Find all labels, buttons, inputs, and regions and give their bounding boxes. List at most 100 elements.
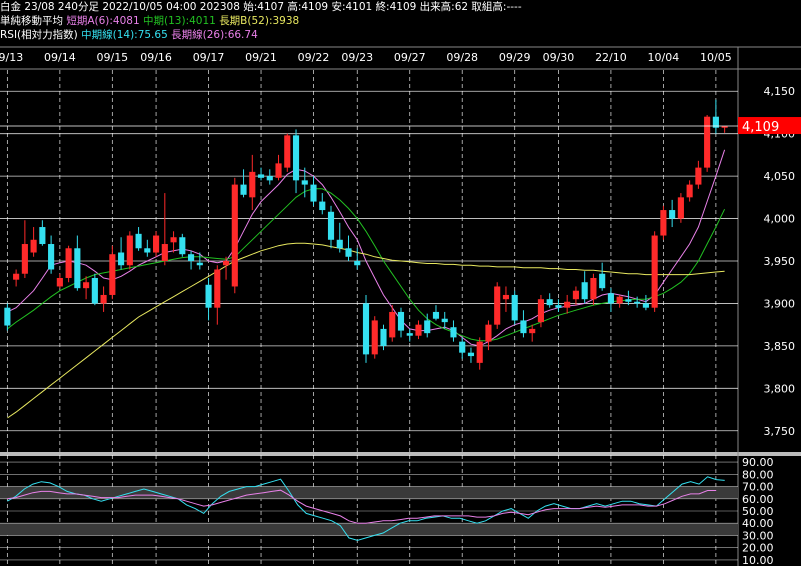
rsi-band (0, 486, 738, 499)
candle-body (476, 341, 483, 363)
rsi-tick-label: 20.00 (742, 542, 774, 555)
rsi-tick-label: 30.00 (742, 529, 774, 542)
candle-body (511, 294, 518, 321)
candle-body (502, 294, 510, 300)
candle-body (607, 293, 614, 304)
candle-body (546, 299, 553, 306)
candle-body (450, 327, 457, 338)
candle-body (249, 171, 256, 198)
candle-body (109, 254, 116, 295)
candle-body (651, 235, 658, 308)
candle-body (196, 262, 203, 266)
candle-body (704, 116, 711, 168)
candle-body (432, 311, 440, 319)
candle-body (660, 210, 667, 236)
candle-body (564, 301, 571, 308)
candle-body (205, 284, 212, 308)
candle-body (65, 248, 72, 278)
candle-body (74, 248, 81, 289)
rsi-tick-label: 80.00 (742, 468, 774, 481)
candle-body (555, 305, 562, 308)
candle-body (406, 333, 413, 336)
candle-body (13, 273, 20, 280)
candle-body (415, 324, 422, 336)
candle-body (39, 227, 46, 245)
price-tick-label: 3,850 (764, 340, 796, 353)
candle-body (485, 324, 492, 342)
candle-body (266, 176, 273, 181)
candle-body (424, 320, 431, 334)
price-tick-label: 4,150 (764, 85, 796, 98)
candle-body (187, 254, 195, 261)
candle-body (161, 244, 168, 261)
candle-body (467, 352, 475, 357)
pane-separator (0, 452, 801, 456)
date-tick-label: 09/22 (298, 51, 330, 64)
date-tick-label: 09/21 (245, 51, 277, 64)
candle-body (336, 239, 343, 249)
candle-body (537, 299, 545, 323)
rsi-tick-label: 10.00 (742, 554, 774, 566)
rsi-tick-label: 60.00 (742, 493, 774, 506)
date-tick-label: 09/15 (96, 51, 128, 64)
candle-body (170, 237, 177, 243)
date-tick-label: 10/04 (648, 51, 680, 64)
candle-body (371, 320, 378, 355)
candle-body (4, 307, 11, 326)
candle-body (581, 282, 588, 300)
rsi-tick-label: 70.00 (742, 481, 774, 494)
candle-body (284, 135, 291, 168)
candle-body (397, 311, 405, 331)
candle-body (135, 233, 142, 249)
candle-body (441, 318, 448, 323)
date-tick-label: 09/13 (0, 51, 23, 64)
price-tick-label: 3,800 (764, 382, 796, 395)
date-tick-label: 09/27 (394, 51, 426, 64)
candle-body (459, 341, 466, 353)
price-tick-label: 3,900 (764, 297, 796, 310)
price-chart[interactable]: 3,7503,8003,8503,9003,9504,0004,0504,100… (0, 0, 801, 566)
candle-body (520, 320, 527, 334)
date-tick-label: 09/28 (446, 51, 478, 64)
candle-body (301, 180, 308, 185)
candle-body (179, 237, 186, 255)
candle-body (21, 244, 28, 274)
candle-body (48, 244, 55, 270)
candle-body (695, 167, 702, 185)
candle-body (310, 184, 317, 202)
price-tick-label: 3,950 (764, 255, 796, 268)
date-tick-label: 09/30 (543, 51, 575, 64)
date-tick-label: 09/16 (140, 51, 172, 64)
candle-body (83, 282, 90, 289)
candle-body (126, 235, 133, 266)
candle-body (30, 239, 37, 253)
candle-body (494, 286, 501, 325)
date-tick-label: 22/10 (595, 51, 627, 64)
rsi-tick-label: 90.00 (742, 456, 774, 469)
candle-body (91, 277, 98, 304)
candle-body (231, 184, 238, 287)
candle-body (669, 210, 676, 219)
price-tick-label: 4,050 (764, 170, 796, 183)
last-price-label: 4,109 (742, 120, 779, 135)
candle-body (100, 294, 107, 304)
candle-body (616, 296, 623, 304)
candle-body (345, 248, 352, 257)
candle-body (327, 211, 335, 240)
candle-body (354, 261, 361, 266)
candle-body (529, 328, 536, 334)
candle-body (572, 290, 579, 300)
date-tick-label: 09/29 (499, 51, 531, 64)
candle-body (222, 261, 230, 266)
candle-body (240, 184, 247, 195)
candle-body (677, 197, 684, 219)
candle-body (153, 235, 160, 253)
rsi-tick-label: 40.00 (742, 517, 774, 530)
rsi-band (0, 523, 738, 536)
candle-body (362, 303, 370, 355)
date-tick-label: 09/14 (44, 51, 76, 64)
candle-body (380, 328, 387, 346)
candle-body (257, 174, 265, 178)
candle-body (389, 311, 396, 338)
price-tick-label: 3,750 (764, 425, 796, 438)
